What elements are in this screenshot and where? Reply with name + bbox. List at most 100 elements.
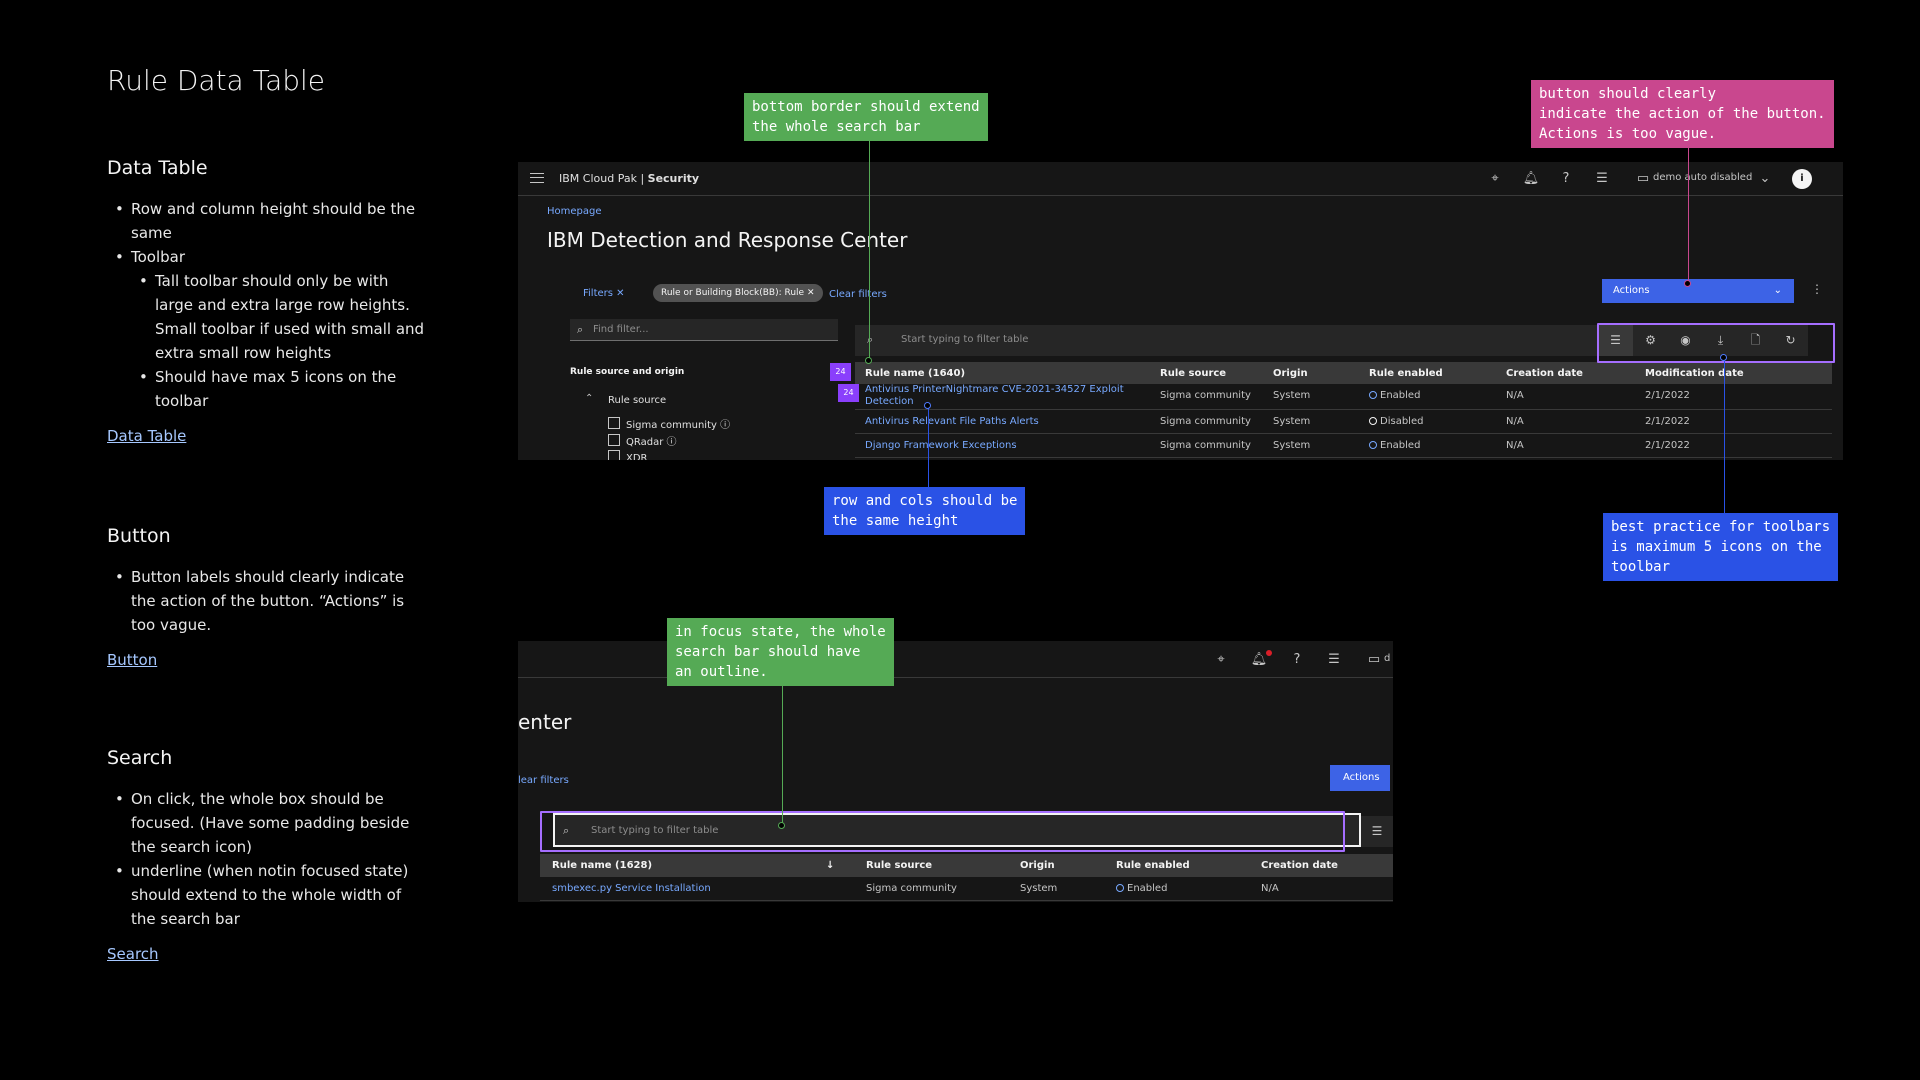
checkbox-sigma[interactable]: Sigma community ⓘ xyxy=(608,416,730,431)
filter-chip[interactable]: Rule or Building Block(BB): Rule ✕ xyxy=(653,284,823,302)
menu-icon[interactable] xyxy=(530,173,544,183)
bullet-list: Button labels should clearly indicate th… xyxy=(107,565,427,637)
bullet: Button labels should clearly indicate th… xyxy=(107,565,427,637)
find-filter-input[interactable]: ⌕ Find filter... xyxy=(570,319,838,341)
bullet-list: On click, the whole box should be focuse… xyxy=(107,787,427,931)
clear-filters-link[interactable]: Clear filters xyxy=(829,289,887,300)
status-icon xyxy=(1116,884,1124,892)
column-header[interactable]: Rule enabled xyxy=(1116,860,1190,871)
cell-created: N/A xyxy=(1506,416,1524,427)
section-heading: Search xyxy=(107,747,173,769)
rule-name-link[interactable]: Django Framework Exceptions xyxy=(865,440,1017,451)
column-header[interactable]: Rule name (1640) xyxy=(865,368,965,379)
callout-focus-state: in focus state, the whole search bar sho… xyxy=(667,618,894,686)
chevron-up-icon[interactable]: ⌃ xyxy=(585,393,593,404)
row-height-icon[interactable]: ☰ xyxy=(1361,816,1393,847)
column-header[interactable]: Rule source xyxy=(866,860,932,871)
cell-source: Sigma community xyxy=(1160,390,1251,401)
notification-dot xyxy=(1266,650,1272,656)
cell-origin: System xyxy=(1273,440,1311,451)
cell-enabled: Enabled xyxy=(1369,390,1420,401)
close-icon[interactable]: ✕ xyxy=(807,288,815,298)
info-icon: ⓘ xyxy=(720,420,731,431)
breadcrumb[interactable]: Homepage xyxy=(547,206,602,217)
help-icon[interactable]: ? xyxy=(1556,169,1576,189)
header-bar: ⌖ 🔔︎ ? ☰ ▭ d xyxy=(518,641,1393,678)
column-header[interactable]: Origin xyxy=(1273,368,1308,379)
table-row[interactable]: smbexec.py Service Installation Sigma co… xyxy=(540,877,1393,901)
overflow-menu-icon[interactable]: ⋮ xyxy=(1811,282,1823,296)
column-header[interactable]: Rule source xyxy=(1160,368,1226,379)
leader-line xyxy=(869,136,870,361)
column-header[interactable]: Origin xyxy=(1020,860,1055,871)
filter-subgroup-title[interactable]: Rule source xyxy=(608,395,666,406)
toolbar-highlight xyxy=(1597,323,1835,363)
column-header[interactable]: Modification date xyxy=(1645,368,1744,379)
switcher-icon[interactable]: ☰ xyxy=(1592,169,1612,189)
chevron-down-icon[interactable]: ⌄ xyxy=(1755,169,1775,189)
user-avatar[interactable]: i xyxy=(1792,169,1812,189)
column-header[interactable]: Creation date xyxy=(1261,860,1338,871)
cell-modified: 2/1/2022 xyxy=(1645,416,1690,427)
status-icon xyxy=(1369,391,1377,399)
cell-created: N/A xyxy=(1506,390,1524,401)
close-icon[interactable]: ✕ xyxy=(616,288,624,299)
actions-button[interactable]: Actions xyxy=(1330,765,1390,791)
cell-modified: 2/1/2022 xyxy=(1645,440,1690,451)
section-data-table: Data Table Row and column height should … xyxy=(107,157,427,445)
section-button: Button Button labels should clearly indi… xyxy=(107,525,427,669)
launch-icon[interactable]: ⌖ xyxy=(1211,650,1231,670)
leader-line xyxy=(782,680,783,826)
checkbox-xdr[interactable]: XDR xyxy=(608,450,648,460)
leader-line xyxy=(928,406,929,487)
workspace-icon: ▭ xyxy=(1367,652,1381,667)
search-link[interactable]: Search xyxy=(107,945,159,963)
screenshot-detection-center: IBM Cloud Pak | Security ⌖ 🔔︎ ? ☰ ▭ demo… xyxy=(518,162,1843,460)
status-icon xyxy=(1369,441,1377,449)
table-row[interactable]: Antivirus Relevant File Paths Alerts Sig… xyxy=(855,410,1832,434)
clear-filters-link[interactable]: lear filters xyxy=(518,775,569,786)
column-header[interactable]: Creation date xyxy=(1506,368,1583,379)
data-table-link[interactable]: Data Table xyxy=(107,427,186,445)
bullet: underline (when notin focused state) sho… xyxy=(107,859,427,931)
section-search: Search On click, the whole box should be… xyxy=(107,747,427,963)
sort-arrow-icon[interactable]: ↓ xyxy=(826,860,834,871)
rule-name-link[interactable]: smbexec.py Service Installation xyxy=(552,883,711,894)
help-icon[interactable]: ? xyxy=(1287,650,1307,670)
checkbox-qradar[interactable]: QRadar ⓘ xyxy=(608,433,677,448)
bullet: Toolbar xyxy=(107,245,427,269)
tenant-name[interactable]: demo auto disabled xyxy=(1653,172,1752,183)
page-title: IBM Detection and Response Center xyxy=(547,228,908,252)
rule-name-link[interactable]: Antivirus PrinterNightmare CVE-2021-3452… xyxy=(865,384,1135,408)
launch-icon[interactable]: ⌖ xyxy=(1485,169,1505,189)
column-header[interactable]: Rule name (1628) xyxy=(552,860,652,871)
table-row[interactable]: Django Framework Exceptions Sigma commun… xyxy=(855,434,1832,458)
filters-toggle[interactable]: Filters ✕ xyxy=(583,288,625,299)
search-icon: ⌕ xyxy=(867,333,874,346)
count-badge: 24 xyxy=(830,363,851,381)
cell-enabled: Enabled xyxy=(1369,440,1420,451)
search-focus-highlight xyxy=(540,811,1345,852)
actions-button[interactable]: Actions ⌄ xyxy=(1602,279,1794,303)
table-header: Rule name (1628) ↓ Rule source Origin Ru… xyxy=(540,854,1393,877)
cell-enabled: Disabled xyxy=(1369,416,1423,427)
tenant-name[interactable]: d xyxy=(1384,653,1390,664)
cell-source: Sigma community xyxy=(866,883,957,894)
cell-created: N/A xyxy=(1261,883,1279,894)
rule-name-link[interactable]: Antivirus Relevant File Paths Alerts xyxy=(865,416,1039,427)
table-search-input[interactable]: ⌕ Start typing to filter table xyxy=(855,325,1598,356)
column-header[interactable]: Rule enabled xyxy=(1369,368,1443,379)
screenshot-search-focus: ⌖ 🔔︎ ? ☰ ▭ d enter lear filters Actions … xyxy=(518,641,1393,902)
info-icon: ⓘ xyxy=(666,437,677,448)
leader-pin xyxy=(865,357,872,364)
button-link[interactable]: Button xyxy=(107,651,157,669)
cell-created: N/A xyxy=(1506,440,1524,451)
section-heading: Button xyxy=(107,525,171,547)
cell-origin: System xyxy=(1273,416,1311,427)
cell-origin: System xyxy=(1020,883,1058,894)
table-row[interactable]: Antivirus PrinterNightmare CVE-2021-3452… xyxy=(855,384,1832,410)
switcher-icon[interactable]: ☰ xyxy=(1324,650,1344,670)
leader-pin xyxy=(1684,280,1691,287)
notification-icon[interactable]: 🔔︎ xyxy=(1521,169,1541,189)
leader-line xyxy=(1688,142,1689,286)
